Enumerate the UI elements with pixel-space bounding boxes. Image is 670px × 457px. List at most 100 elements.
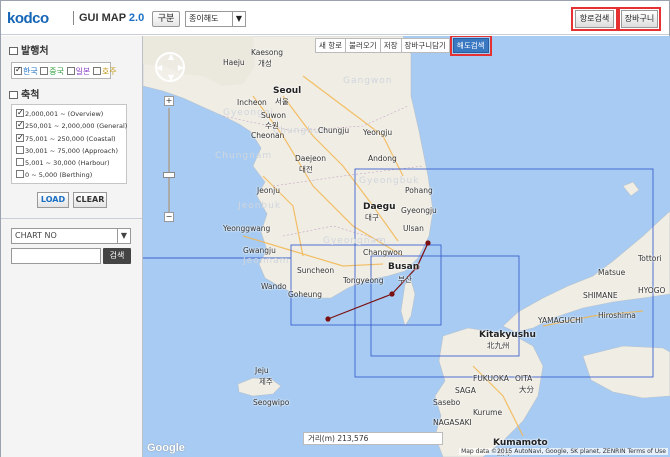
scale-checkbox-group: 2,000,001 ~ (Overview) 250,001 ~ 2,000,0… (11, 104, 127, 184)
city-label: Wando (261, 282, 287, 291)
map-view[interactable]: Gyeonggi Chungbuk Chungnam Gangwon Gyeon… (143, 36, 670, 457)
chart-search-button[interactable]: 해도검색 (449, 36, 492, 56)
route-search-button[interactable]: 항로검색 (575, 10, 614, 28)
chevron-down-icon: ▼ (232, 12, 245, 26)
header-bar: kodco GUI MAP 2.0 구분 종이해도 ▼ 항로검색 장바구니 (1, 1, 669, 35)
city-label: 대전 (299, 165, 313, 174)
issuer-label-korea: 한국 (23, 67, 38, 76)
scale-row-harbour[interactable]: 5,001 ~ 30,000 (Harbour) (16, 157, 122, 169)
city-label: Kurume (473, 408, 503, 417)
scale-row-approach[interactable]: 30,001 ~ 75,000 (Approach) (16, 145, 122, 157)
scale-row-overview[interactable]: 2,000,001 ~ (Overview) (16, 107, 122, 120)
scale-checkbox[interactable] (16, 145, 24, 154)
load-button[interactable]: LOAD (37, 192, 69, 208)
add-to-cart-button[interactable]: 장바구니담기 (400, 38, 450, 53)
issuer-label-australia: 호주 (101, 67, 117, 76)
city-label: Kaesong (251, 48, 284, 57)
city-label: Daegu (363, 202, 396, 212)
scale-checkbox[interactable] (16, 119, 24, 131)
city-label: Kitakyushu (479, 330, 536, 340)
region-label: Gyeongbuk (359, 176, 420, 186)
city-label: Jeonju (257, 186, 281, 195)
city-label: Cheonan (251, 131, 285, 140)
city-label: Seogwipo (253, 398, 290, 407)
search-button[interactable]: 검색 (103, 248, 131, 264)
cart-button[interactable]: 장바구니 (621, 10, 658, 28)
arrow-left-icon[interactable]: ◀ (156, 63, 162, 72)
scale-row-general[interactable]: 250,001 ~ 2,000,000 (General) (16, 119, 127, 132)
city-label: FUKUOKA (473, 374, 509, 383)
city-label: Seoul (273, 86, 302, 96)
issuer-checkbox-group: 한국 중국 일본 호주 (11, 62, 117, 79)
city-label: 부산 (398, 275, 412, 284)
city-label: Gwangju (243, 246, 276, 255)
arrow-right-icon[interactable]: ▶ (178, 63, 184, 72)
scale-checkbox[interactable] (16, 158, 24, 167)
issuer-checkbox-japan[interactable] (66, 67, 75, 75)
scale-label: 5,001 ~ 30,000 (Harbour) (25, 159, 110, 168)
zoom-slider-track[interactable] (168, 108, 170, 212)
city-label: Hiroshima (598, 311, 636, 320)
city-label: SHIMANE (583, 291, 618, 300)
issuer-checkbox-korea[interactable] (14, 65, 22, 75)
issuer-checkbox-australia[interactable] (92, 67, 101, 75)
city-label: Sasebo (433, 398, 461, 407)
zoom-out-button[interactable]: − (164, 212, 174, 222)
save-route-button[interactable]: 저장 (379, 38, 402, 53)
chart-no-input[interactable] (11, 248, 101, 264)
scale-label: 0 ~ 5,000 (Berthing) (25, 171, 93, 180)
city-label: Chungju (318, 126, 350, 135)
chart-type-value: 종이해도 (189, 14, 219, 23)
city-label: 北九州 (487, 341, 510, 350)
city-label: Andong (368, 154, 397, 163)
issuer-label-china: 중국 (49, 67, 65, 76)
zoom-in-button[interactable]: + (164, 96, 174, 106)
chart-type-select[interactable]: 종이해도 ▼ (185, 11, 246, 27)
region-label: Jeonnam (243, 256, 290, 266)
scale-checkbox[interactable] (16, 132, 24, 144)
city-label: 대구 (365, 213, 379, 222)
scale-checkbox[interactable] (16, 107, 24, 119)
issuer-title-label: 발행처 (21, 46, 49, 57)
city-label: Ulsan (403, 224, 424, 233)
city-label: Haeju (223, 58, 245, 67)
city-label: 서울 (275, 97, 289, 106)
city-label: Busan (388, 262, 420, 272)
category-button[interactable]: 구분 (152, 11, 180, 27)
pan-control[interactable]: ▲ ▼ ◀ ▶ (155, 52, 185, 82)
land-tsushima (400, 279, 416, 327)
scale-row-berthing[interactable]: 0 ~ 5,000 (Berthing) (16, 169, 122, 181)
route-waypoint (389, 291, 395, 297)
chart-no-select[interactable]: CHART NO ▼ (11, 228, 131, 244)
city-label: Gyeongju (401, 206, 437, 215)
scale-row-coastal[interactable]: 75,001 ~ 250,000 (Coastal) (16, 132, 122, 145)
city-label: Suwon (261, 111, 286, 120)
region-label: Chungnam (215, 151, 273, 161)
scale-label: 75,001 ~ 250,000 (Coastal) (25, 134, 116, 143)
city-label: 제주 (259, 377, 273, 386)
city-label: Daejeon (295, 154, 327, 163)
new-route-button[interactable]: 새 항로 (315, 38, 347, 53)
scale-checkbox[interactable] (16, 170, 24, 179)
city-label: 개성 (258, 59, 272, 68)
arrow-up-icon[interactable]: ▲ (168, 52, 174, 61)
city-label: Jeju (255, 366, 269, 375)
zoom-slider-handle[interactable] (163, 172, 175, 178)
clear-button[interactable]: CLEAR (73, 192, 107, 208)
region-label: Jeonbuk (238, 201, 282, 211)
city-label: Goheung (288, 290, 323, 299)
issuer-label-japan: 일본 (75, 67, 91, 76)
issuer-title: 발행처 (9, 42, 49, 57)
chart-no-select-value: CHART NO (15, 231, 57, 240)
city-label: Matsue (598, 268, 626, 277)
city-label: Incheon (237, 98, 267, 107)
load-route-button[interactable]: 불러오기 (345, 38, 381, 53)
arrow-down-icon[interactable]: ▼ (168, 73, 174, 82)
issuer-checkbox-china[interactable] (40, 67, 49, 75)
city-label: 大分 (519, 385, 534, 394)
city-label: Tongyeong (343, 276, 384, 285)
region-label: Gyeongnam (323, 236, 387, 246)
scale-title: 축척 (9, 86, 39, 101)
scale-label: 2,000,001 ~ (Overview) (25, 110, 104, 118)
city-label: Changwon (363, 248, 403, 257)
